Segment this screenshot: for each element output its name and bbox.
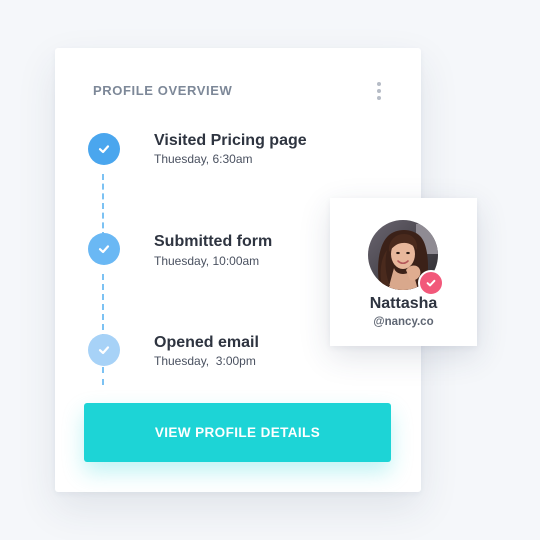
check-icon bbox=[88, 233, 120, 265]
timeline-connector bbox=[102, 274, 104, 340]
timeline-event-title: Opened email bbox=[154, 334, 259, 351]
timeline-event-time: Thuesday, 6:30am bbox=[154, 152, 253, 166]
card-title: PROFILE OVERVIEW bbox=[93, 83, 233, 98]
check-icon bbox=[418, 270, 444, 296]
timeline-event-time: Thuesday, 3:00pm bbox=[154, 354, 256, 368]
check-icon bbox=[88, 133, 120, 165]
profile-card[interactable]: Nattasha @nancy.co bbox=[330, 198, 477, 346]
profile-name: Nattasha bbox=[369, 295, 438, 312]
timeline-connector bbox=[102, 367, 104, 385]
timeline-event-title: Visited Pricing page bbox=[154, 132, 307, 149]
timeline-connector bbox=[102, 174, 104, 238]
timeline-event-time: Thuesday, 10:00am bbox=[154, 254, 260, 268]
check-icon bbox=[88, 334, 120, 366]
profile-handle: @nancy.co bbox=[373, 316, 434, 328]
more-vertical-icon[interactable] bbox=[373, 81, 385, 101]
view-profile-details-button[interactable]: VIEW PROFILE DETAILS bbox=[84, 403, 391, 462]
timeline-event-title: Submitted form bbox=[154, 233, 273, 250]
